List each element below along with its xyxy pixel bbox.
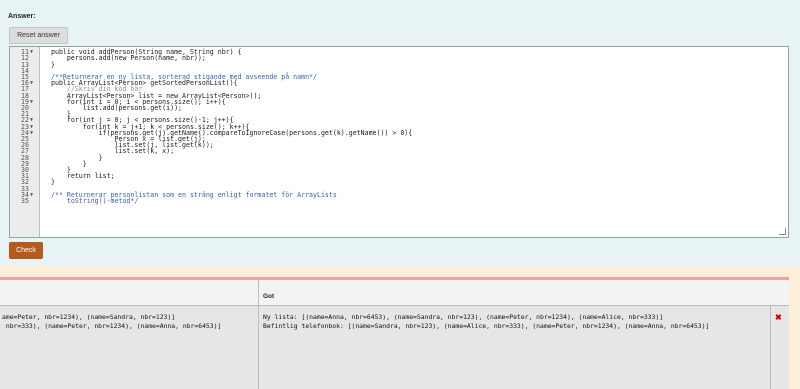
cross-icon: ✖ [775, 313, 782, 322]
column-divider [770, 306, 771, 389]
got-line-2: Befintlig telefonbok: [(name=Sandra, nbr… [263, 322, 710, 330]
check-button[interactable]: Check [9, 242, 43, 259]
answer-panel: Answer: Reset answer 11 ▼ public void addP… [0, 0, 800, 266]
results-header-row: Got [0, 280, 789, 306]
resize-grip[interactable] [779, 228, 786, 235]
answer-label: Answer: [8, 13, 36, 20]
got-line-1: Ny lista: [(name=Anna, nbr=6453), (name=… [263, 313, 664, 321]
line-number: 35 [21, 197, 29, 205]
results-table: Got ame=Peter, nbr=1234), (name=Sandra, … [0, 277, 789, 389]
code-line: 35 toString()-metod*/ [10, 197, 788, 205]
expected-line-2: nbr=333), (name=Peter, nbr=1234), (name=… [2, 322, 222, 330]
results-panel: Got ame=Peter, nbr=1234), (name=Sandra, … [0, 266, 800, 389]
column-divider [258, 280, 259, 389]
expected-line-1: ame=Peter, nbr=1234), (name=Sandra, nbr=… [2, 313, 176, 321]
code-editor[interactable]: 11 ▼ public void addPerson(String name, St… [9, 46, 789, 238]
reset-answer-button[interactable]: Reset answer [9, 27, 68, 44]
got-column-header: Got [263, 293, 275, 300]
code-text: toString()-metod*/ [51, 197, 139, 205]
